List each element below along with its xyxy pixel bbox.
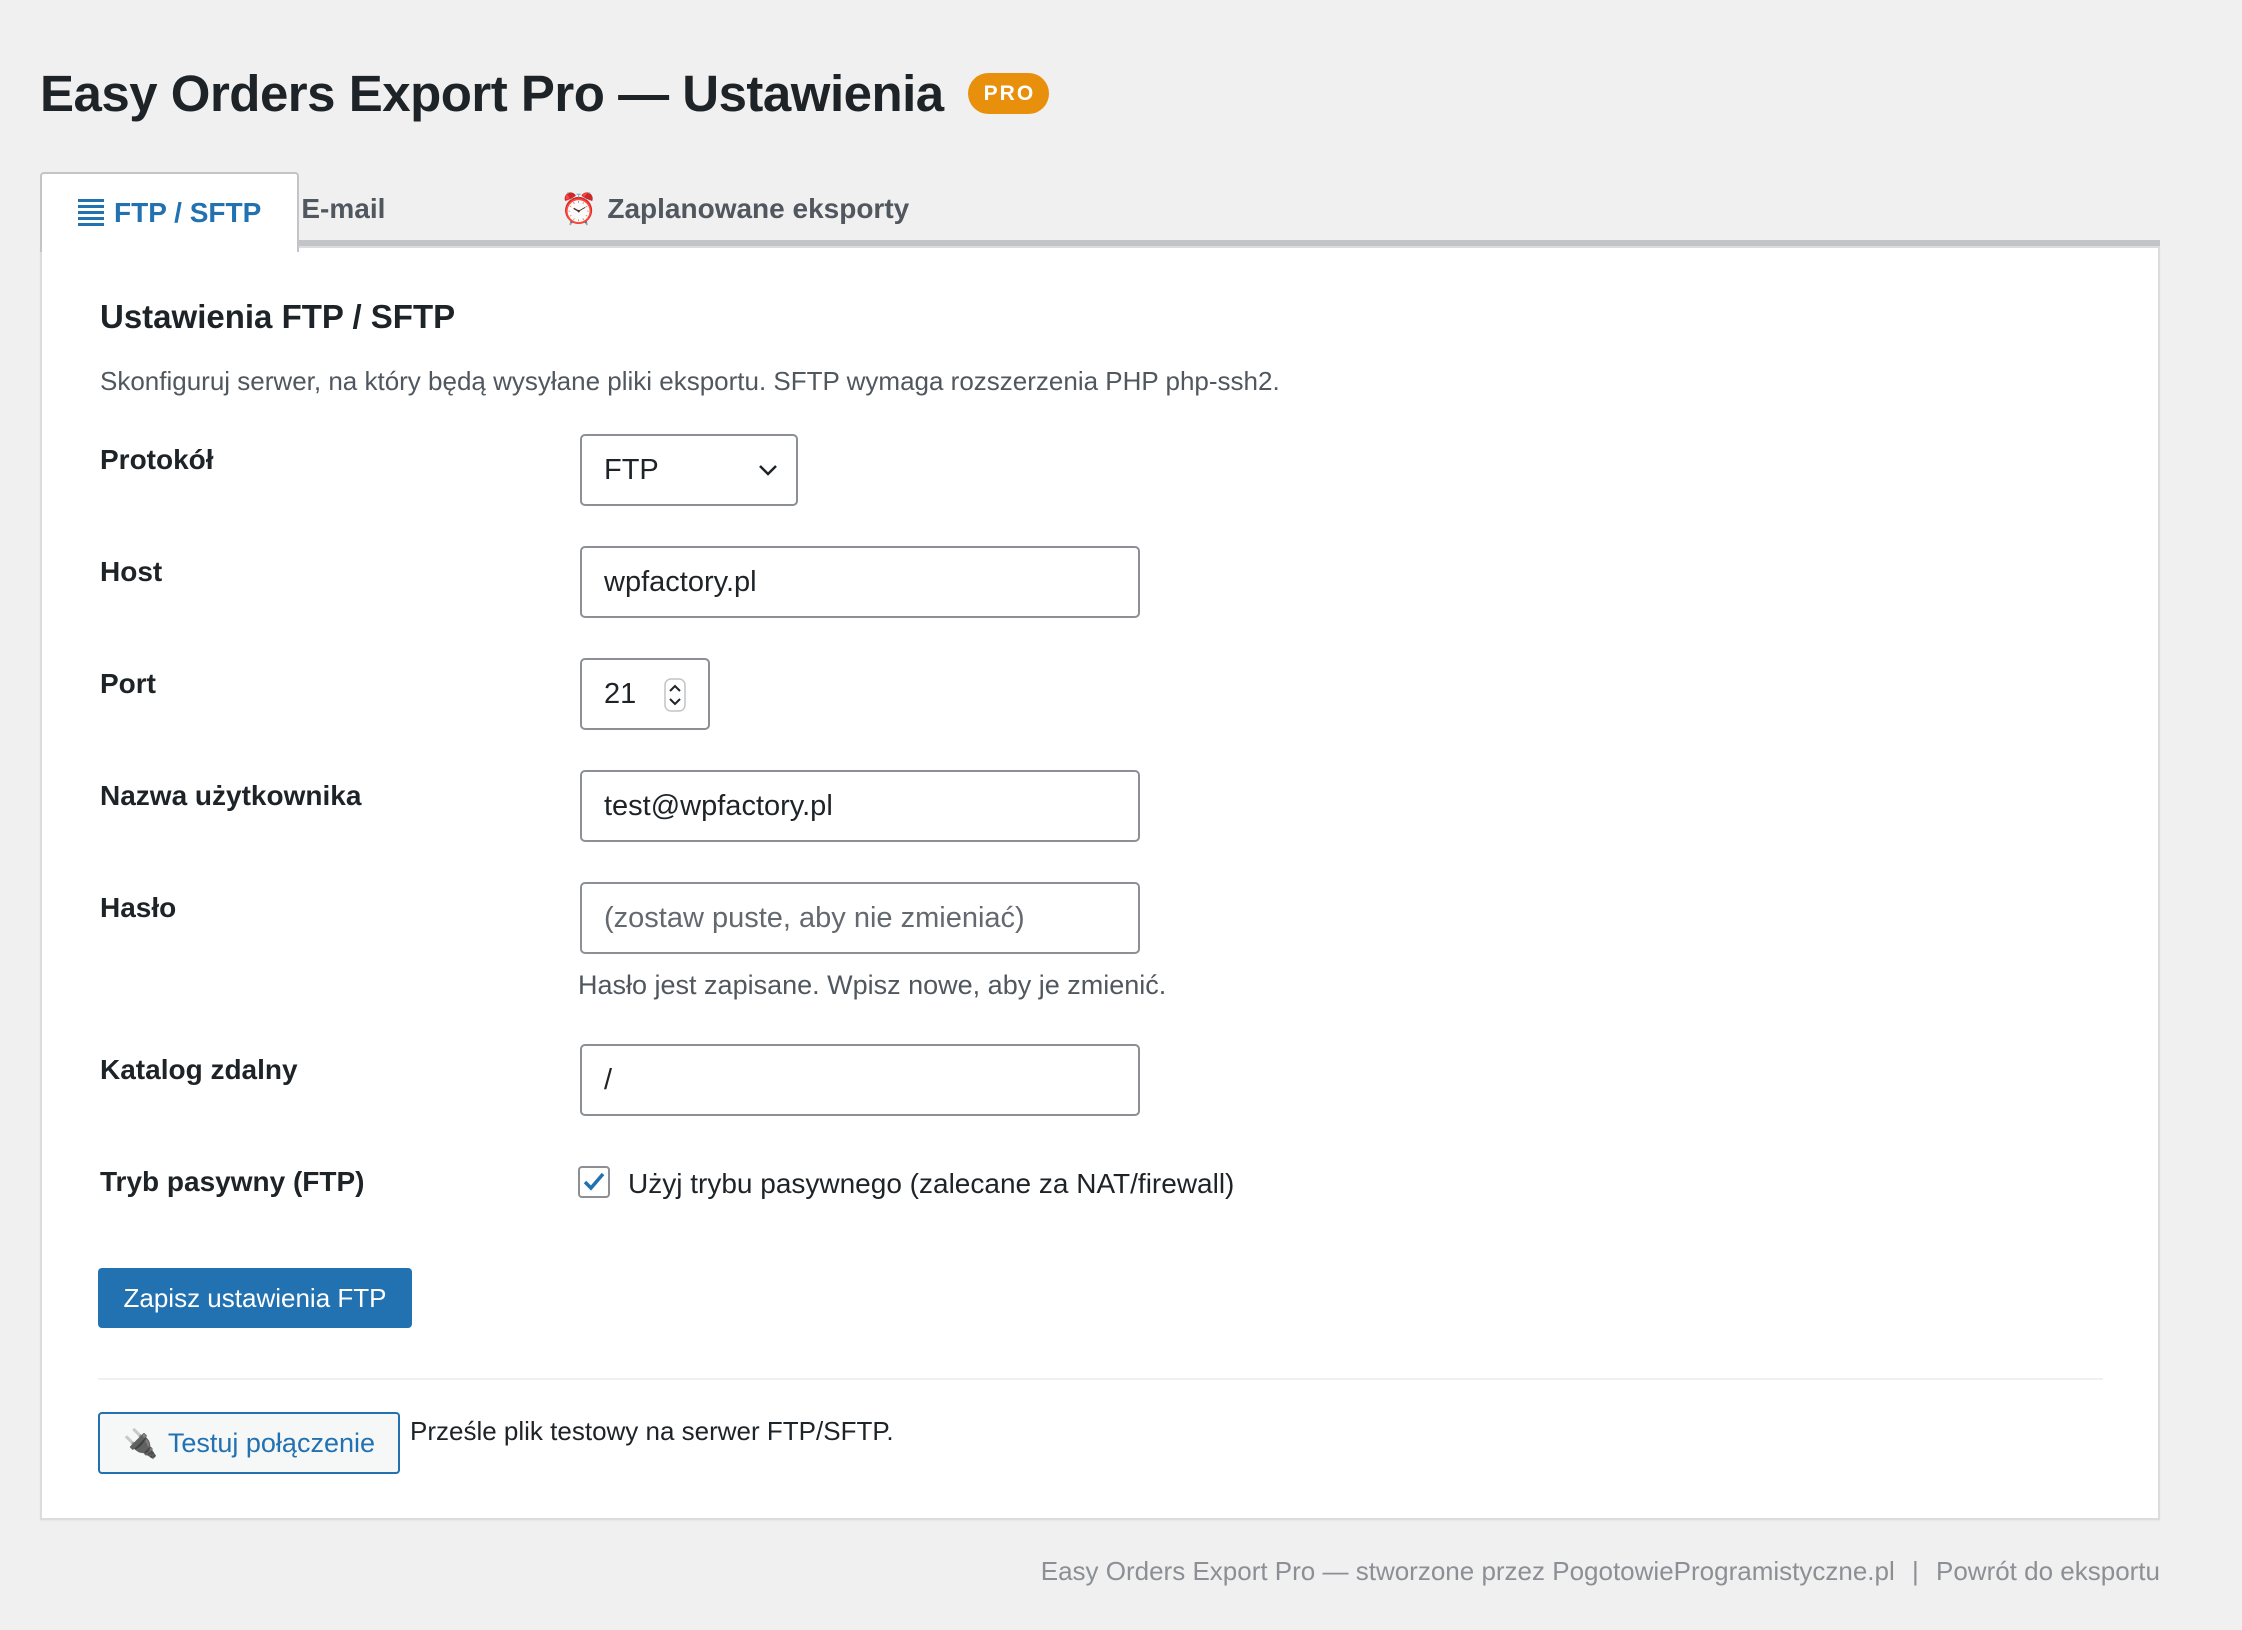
page-title: Easy Orders Export Pro — Ustawienia [40,64,944,122]
host-value: wpfactory.pl [604,565,757,598]
password-label: Hasło [100,892,177,923]
password-input[interactable]: (zostaw puste, aby nie zmieniać) [580,882,1140,954]
settings-panel: Ustawienia FTP / SFTP Skonfiguruj serwer… [40,246,2160,1520]
tab-label: E-mail [301,193,386,224]
remote-dir-input[interactable]: / [580,1044,1140,1116]
list-icon [78,197,104,229]
footer-credit: Easy Orders Export Pro — stworzone przez… [1040,1556,1895,1586]
passive-mode-text[interactable]: Użyj trybu pasywnego (zalecane za NAT/fi… [628,1168,1234,1200]
port-label: Port [100,668,156,699]
username-label: Nazwa użytkownika [100,780,362,811]
port-value: 21 [604,677,637,710]
tab-label: FTP / SFTP [114,197,262,228]
protocol-select[interactable]: FTP [580,434,798,506]
passive-mode-label: Tryb pasywny (FTP) [100,1166,365,1197]
pro-badge: PRO [967,72,1050,114]
alarm-clock-icon: ⏰ [560,192,598,226]
checkmark-icon [583,1172,605,1191]
test-connection-button[interactable]: 🔌 Testuj połączenie [98,1412,400,1474]
protocol-value: FTP [604,453,659,486]
password-placeholder: (zostaw puste, aby nie zmieniać) [604,901,1025,934]
number-stepper-icon[interactable] [664,678,686,712]
username-input[interactable]: test@wpfactory.pl [580,770,1140,842]
tab-ftp-sftp[interactable]: FTP / SFTP [40,172,300,252]
password-hint: Hasło jest zapisane. Wpisz nowe, aby je … [578,970,1167,1000]
header: Easy Orders Export Pro — Ustawienia PRO [40,58,1050,128]
divider [98,1378,2103,1380]
section-title: Ustawienia FTP / SFTP [100,298,456,335]
host-input[interactable]: wpfactory.pl [580,546,1140,618]
section-description: Skonfiguruj serwer, na który będą wysyła… [100,366,1280,396]
protocol-label: Protokół [100,444,214,475]
chevron-down-icon [759,465,777,476]
plug-icon: 🔌 [122,1427,158,1459]
port-input[interactable]: 21 [580,658,710,730]
tab-scheduled-exports[interactable]: ⏰ Zaplanowane eksporty [560,172,909,246]
test-connection-label: Testuj połączenie [167,1427,375,1458]
passive-mode-checkbox[interactable] [578,1166,610,1198]
footer-separator: | [1911,1556,1919,1586]
footer: Easy Orders Export Pro — stworzone przez… [1041,1556,2160,1587]
save-ftp-button[interactable]: Zapisz ustawienia FTP [98,1268,412,1328]
host-label: Host [100,556,163,587]
username-value: test@wpfactory.pl [604,789,833,822]
back-to-export-link[interactable]: Powrót do eksportu [1936,1556,2160,1586]
test-connection-note: Prześle plik testowy na serwer FTP/SFTP. [410,1416,894,1446]
remote-dir-value: / [604,1063,613,1096]
remote-dir-label: Katalog zdalny [100,1054,298,1085]
settings-page: Easy Orders Export Pro — Ustawienia PRO … [0,0,2242,1630]
tab-label: Zaplanowane eksporty [607,193,910,224]
tab-bar: FTP / SFTP 📧 E-mail ⏰ Zaplanowane ekspor… [40,172,2160,252]
